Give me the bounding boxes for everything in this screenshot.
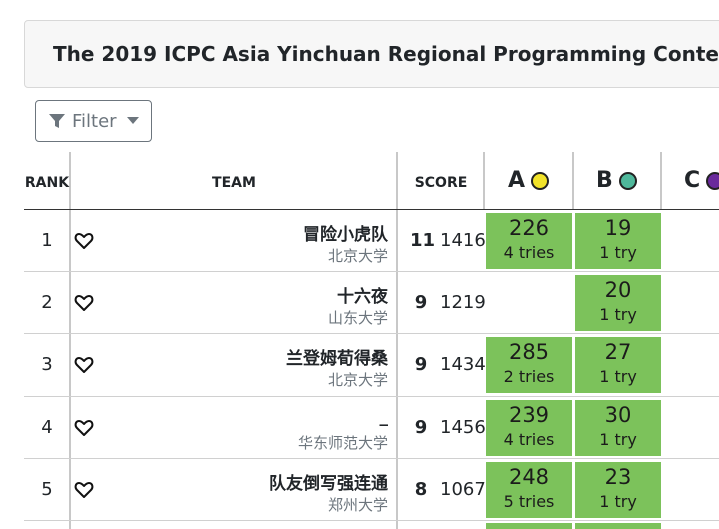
header-problem-a[interactable]: A xyxy=(508,168,550,193)
penalty-time: 1456 xyxy=(440,417,486,438)
problem-b-cell[interactable]: 27 1 try xyxy=(575,337,661,393)
tries-count: 1 try xyxy=(599,305,637,324)
solve-time: 27 xyxy=(604,340,632,364)
tries-count: 1 try xyxy=(599,430,637,449)
team-affiliation: 北京大学 xyxy=(327,247,388,265)
rank-cell: 4 xyxy=(41,417,53,438)
team-name: 十六夜 xyxy=(337,287,388,307)
filter-icon xyxy=(48,112,66,130)
tries-count: 4 tries xyxy=(503,243,555,262)
problem-a-cell[interactable]: 226 4 tries xyxy=(486,213,572,269)
rank-cell: 5 xyxy=(41,479,53,500)
rank-cell: 3 xyxy=(41,354,53,375)
problem-b-cell[interactable] xyxy=(575,523,661,529)
penalty-time: 1434 xyxy=(440,354,486,375)
balloon-b-icon xyxy=(618,171,637,190)
solved-count: 11 xyxy=(410,230,436,251)
solved-count: 9 xyxy=(414,354,428,375)
tries-count: 2 tries xyxy=(503,367,555,386)
solved-count: 8 xyxy=(414,479,428,500)
tries-count: 1 try xyxy=(599,243,637,262)
filter-button[interactable]: Filter xyxy=(35,100,152,142)
table-row[interactable]: 5 队友倒写强连通 郑州大学 8 1067 248 5 tries 23 1 t… xyxy=(24,459,719,521)
team-affiliation: 山东大学 xyxy=(327,309,388,327)
solve-time: 30 xyxy=(604,403,632,427)
team-affiliation: 北京大学 xyxy=(327,371,388,389)
heart-icon[interactable] xyxy=(74,355,94,375)
col-divider-score xyxy=(483,152,485,210)
problem-a-cell[interactable]: 248 5 tries xyxy=(486,462,572,518)
header-score: SCORE xyxy=(414,175,468,191)
heart-icon[interactable] xyxy=(74,231,94,251)
filter-label: Filter xyxy=(72,110,117,132)
tries-count: 1 try xyxy=(599,367,637,386)
problem-a-cell[interactable]: 239 4 tries xyxy=(486,400,572,456)
table-row[interactable]: 3 兰登姆荀得桑 北京大学 9 1434 285 2 tries 27 1 tr… xyxy=(24,334,719,396)
balloon-c-icon xyxy=(706,171,719,190)
problem-a-cell[interactable]: 285 2 tries xyxy=(486,337,572,393)
solve-time: 20 xyxy=(604,278,632,302)
problem-b-cell[interactable]: 19 1 try xyxy=(575,213,661,269)
rank-cell: 2 xyxy=(41,292,53,313)
team-affiliation: 郑州大学 xyxy=(327,496,388,514)
table-row[interactable]: 2 十六夜 山东大学 9 1219 20 1 try xyxy=(24,272,719,334)
team-name: 队友倒写强连通 xyxy=(269,474,388,494)
header-problem-c[interactable]: C xyxy=(684,168,719,193)
rank-cell: 1 xyxy=(41,230,53,251)
solved-count: 9 xyxy=(414,417,428,438)
penalty-time: 1416 xyxy=(440,230,486,251)
col-divider-a xyxy=(572,152,574,210)
contest-title: The 2019 ICPC Asia Yinchuan Regional Pro… xyxy=(53,42,719,66)
caret-down-icon xyxy=(126,117,139,125)
row-separator xyxy=(24,520,719,521)
scoreboard-page: The 2019 ICPC Asia Yinchuan Regional Pro… xyxy=(0,0,719,529)
heart-icon[interactable] xyxy=(74,293,94,313)
team-name: _ xyxy=(379,407,389,427)
penalty-time: 1067 xyxy=(440,479,486,500)
heart-icon[interactable] xyxy=(74,480,94,500)
problem-b-cell[interactable]: 30 1 try xyxy=(575,400,661,456)
solve-time: 23 xyxy=(604,465,632,489)
table-row[interactable]: 1 冒险小虎队 北京大学 11 1416 226 4 tries 19 1 tr… xyxy=(24,210,719,272)
balloon-a-icon xyxy=(531,171,550,190)
solve-time: 285 xyxy=(508,340,550,364)
tries-count: 5 tries xyxy=(503,492,555,511)
penalty-time: 1219 xyxy=(440,292,486,313)
solve-time: 239 xyxy=(508,403,550,427)
solved-count: 9 xyxy=(414,292,428,313)
tries-count: 4 tries xyxy=(503,430,555,449)
header-team: TEAM xyxy=(212,175,256,191)
problem-a-cell[interactable] xyxy=(486,523,572,529)
team-name: 兰登姆荀得桑 xyxy=(286,349,388,369)
heart-icon[interactable] xyxy=(74,418,94,438)
col-divider-b xyxy=(660,152,662,210)
tries-count: 1 try xyxy=(599,492,637,511)
team-name: 冒险小虎队 xyxy=(303,225,388,245)
solve-time: 19 xyxy=(604,216,632,240)
problem-b-cell[interactable]: 23 1 try xyxy=(575,462,661,518)
header-problem-b[interactable]: B xyxy=(596,168,637,193)
solve-time: 226 xyxy=(508,216,550,240)
header-rank: RANK xyxy=(24,175,70,191)
problem-b-cell[interactable]: 20 1 try xyxy=(575,275,661,331)
contest-header: The 2019 ICPC Asia Yinchuan Regional Pro… xyxy=(24,20,719,88)
solve-time: 248 xyxy=(508,465,550,489)
table-row[interactable]: 4 _ 华东师范大学 9 1456 239 4 tries 30 1 try xyxy=(24,397,719,459)
team-affiliation: 华东师范大学 xyxy=(297,434,388,452)
